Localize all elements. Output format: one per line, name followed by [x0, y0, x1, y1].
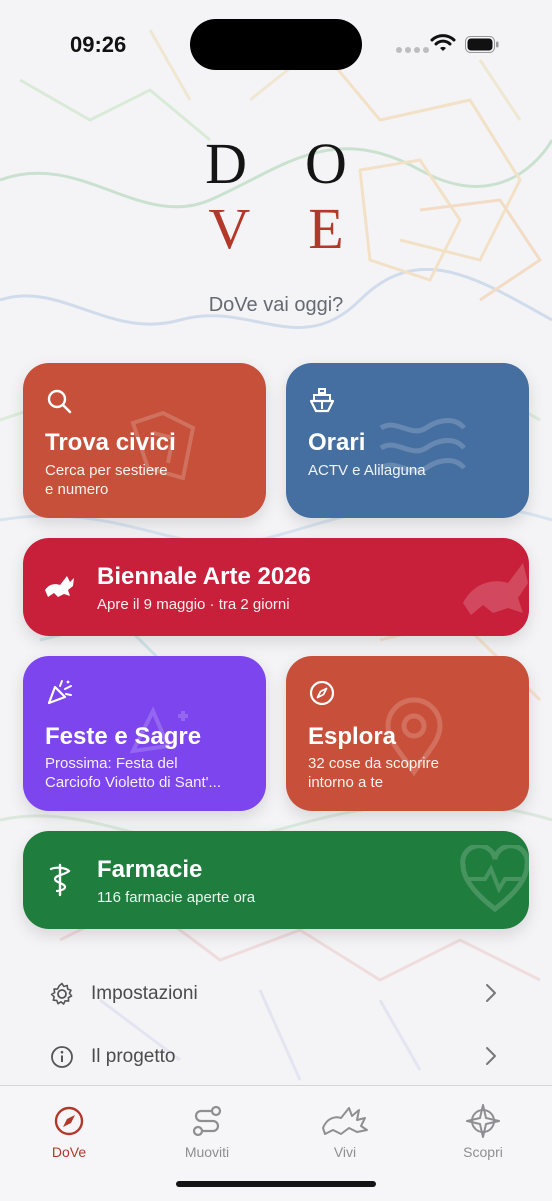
- cellular-signal-icon: [396, 40, 432, 53]
- card-subtitle-line: e numero: [45, 481, 109, 498]
- status-bar: 09:26: [0, 0, 552, 90]
- tab-label: Muoviti: [184, 1144, 230, 1160]
- route-icon: [192, 1105, 222, 1137]
- esplora-card[interactable]: Esplora 32 cose da scoprire intorno a te: [286, 656, 529, 811]
- card-subtitle: 116 farmacie aperte ora: [97, 889, 256, 906]
- battery-icon: [465, 36, 499, 53]
- card-subtitle-line: Prossima: Festa del: [45, 755, 178, 772]
- card-subtitle: 32 cose da scoprire intorno a te: [308, 754, 439, 792]
- trova-civici-card[interactable]: Trova civici Cerca per sestiere e numero: [23, 363, 266, 518]
- card-subtitle-line: 32 cose da scoprire: [308, 755, 439, 772]
- gear-icon: [50, 982, 73, 1005]
- info-icon: [51, 1046, 73, 1068]
- card-title: Biennale Arte 2026: [97, 563, 311, 590]
- biennale-card[interactable]: Biennale Arte 2026 Apre il 9 maggio · tr…: [23, 538, 529, 636]
- tab-label: DoVe: [51, 1144, 87, 1160]
- card-subtitle: Apre il 9 maggio · tra 2 giorni: [97, 596, 290, 613]
- project-label: Il progetto: [91, 1046, 176, 1067]
- app-logo: DO VE: [0, 130, 552, 262]
- card-subtitle: Prossima: Festa del Carciofo Violetto di…: [45, 754, 221, 792]
- compass-rose-icon: [466, 1104, 500, 1138]
- logo-letter: O: [305, 131, 347, 196]
- project-row[interactable]: Il progetto: [0, 1026, 552, 1088]
- logo-letter: E: [308, 196, 344, 261]
- logo-letter: D: [205, 131, 247, 196]
- wifi-icon: [430, 34, 456, 51]
- party-popper-icon: [47, 680, 72, 705]
- card-title: Feste e Sagre: [45, 723, 202, 750]
- chevron-right-icon: [486, 984, 496, 1002]
- lion-icon: [322, 1107, 368, 1135]
- tab-vivi[interactable]: Vivi: [276, 1094, 414, 1164]
- tab-scopri[interactable]: Scopri: [414, 1094, 552, 1164]
- orari-card[interactable]: Orari ACTV e Alilaguna: [286, 363, 529, 518]
- dynamic-island: [190, 19, 362, 70]
- tab-muoviti[interactable]: Muoviti: [138, 1094, 276, 1164]
- card-title: Orari: [308, 429, 366, 456]
- caduceus-icon: [49, 863, 71, 897]
- card-title: Esplora: [308, 723, 397, 750]
- tab-label: Vivi: [333, 1144, 357, 1160]
- farmacie-card[interactable]: Farmacie 116 farmacie aperte ora: [23, 831, 529, 929]
- tagline: DoVe vai oggi?: [208, 294, 344, 316]
- card-title: Trova civici: [45, 429, 176, 456]
- card-title: Farmacie: [97, 856, 203, 883]
- compass-icon: [54, 1106, 84, 1136]
- chevron-right-icon: [486, 1047, 496, 1065]
- card-subtitle-line: Cerca per sestiere: [45, 462, 168, 479]
- compass-icon: [309, 680, 335, 706]
- logo-letter: V: [208, 196, 251, 261]
- heart-pulse-icon: [460, 845, 529, 913]
- boat-icon: [309, 388, 335, 413]
- status-time: 09:26: [70, 32, 127, 57]
- tab-dove[interactable]: DoVe: [0, 1094, 138, 1164]
- winged-lion-icon: [463, 563, 528, 615]
- search-icon: [47, 389, 72, 414]
- lion-icon: [45, 576, 74, 597]
- tab-label: Scopri: [463, 1144, 503, 1160]
- card-subtitle-line: intorno a te: [308, 774, 384, 791]
- feste-e-sagre-card[interactable]: Feste e Sagre Prossima: Festa del Carcio…: [23, 656, 266, 811]
- card-subtitle: Cerca per sestiere e numero: [45, 461, 168, 499]
- home-indicator: [176, 1181, 376, 1187]
- card-subtitle-line: Carciofo Violetto di Sant'...: [45, 774, 222, 791]
- card-subtitle: ACTV e Alilaguna: [308, 462, 426, 479]
- settings-row[interactable]: Impostazioni: [0, 963, 552, 1025]
- settings-label: Impostazioni: [91, 983, 198, 1004]
